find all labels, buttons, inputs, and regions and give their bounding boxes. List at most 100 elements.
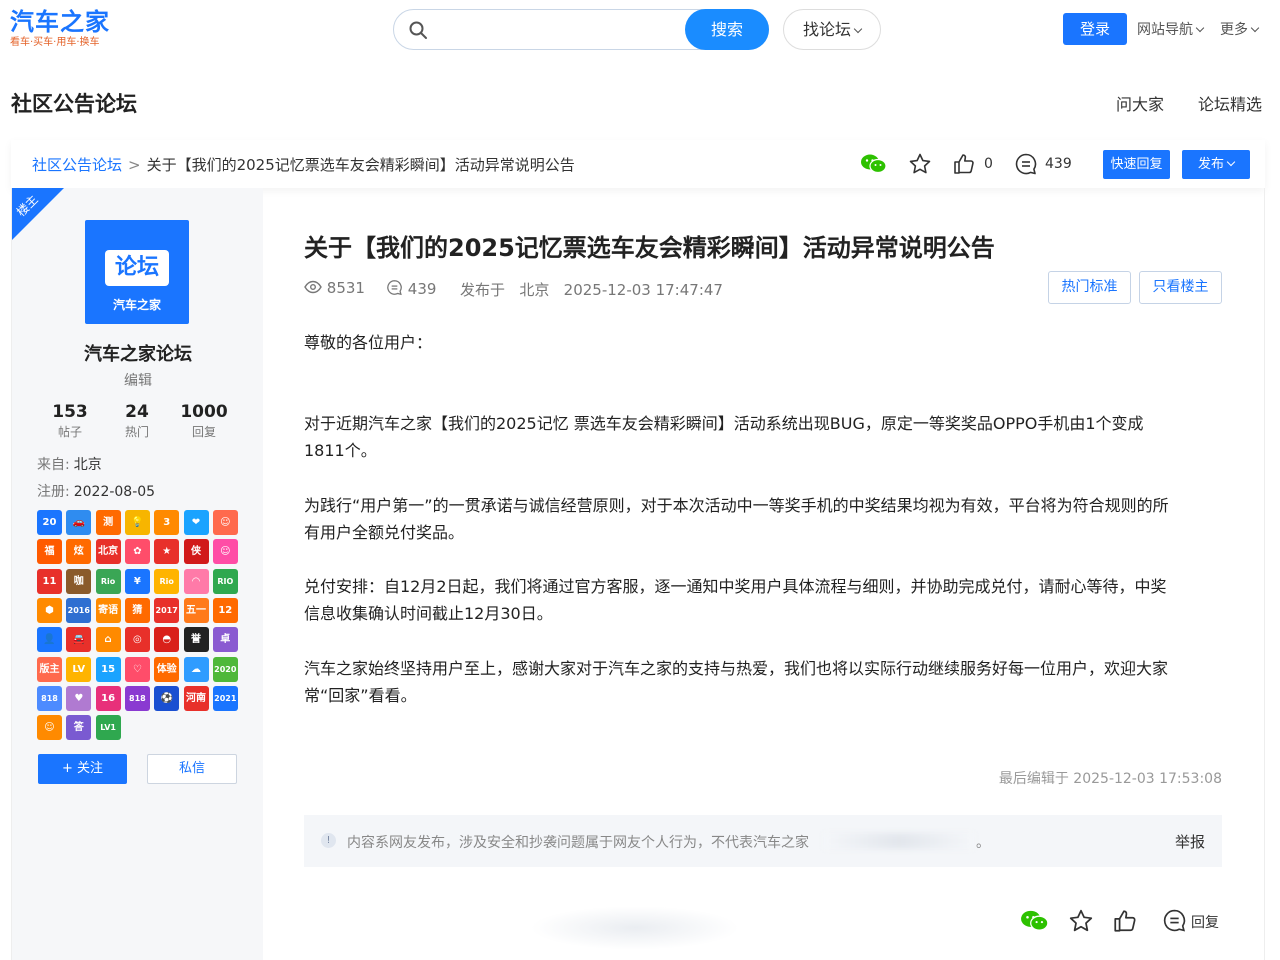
author-name[interactable]: 汽车之家论坛 xyxy=(12,340,264,366)
publish-label: 发布 xyxy=(1197,157,1224,172)
medal-badge[interactable]: ⬢ xyxy=(37,597,62,623)
medal-badge[interactable]: 818 xyxy=(37,685,62,711)
author-sidebar: 楼主 论坛 汽车之家 汽车之家论坛 编辑 153 帖子 24 热门 1000 回复 来… xyxy=(11,188,263,960)
reg-label: 注册: xyxy=(37,484,70,500)
favorite-button[interactable] xyxy=(1068,908,1094,938)
search-box[interactable]: 搜索 xyxy=(393,9,769,50)
publish-info: 发布于 北京 2025-12-03 17:47:47 xyxy=(460,279,723,300)
disclaimer-notice: ! 内容系网友发布，涉及安全和抄袭问题属于网友个人行为，不代表汽车之家 。 举报 xyxy=(304,815,1222,867)
medal-badge[interactable]: 河南 xyxy=(183,685,209,711)
reply-label[interactable]: 回复 xyxy=(1191,912,1219,932)
wechat-share-button[interactable] xyxy=(1020,908,1050,938)
stat-hot[interactable]: 24 热门 xyxy=(113,402,161,440)
medal-badge[interactable]: 2017 xyxy=(154,597,180,623)
medal-badge[interactable]: ☺ xyxy=(37,715,62,741)
medal-badge[interactable]: 答 xyxy=(66,715,92,741)
quick-reply-button[interactable]: 快速回复 xyxy=(1103,150,1170,179)
medal-badge[interactable]: ◓ xyxy=(154,627,180,653)
medal-badge[interactable]: 💡 xyxy=(124,510,150,535)
hot-standard-button[interactable]: 热门标准 xyxy=(1048,271,1131,304)
medal-badge[interactable]: 2016 xyxy=(66,597,92,623)
avatar[interactable]: 论坛 汽车之家 xyxy=(85,220,189,324)
medal-badge[interactable]: 测 xyxy=(95,510,121,535)
medal-badge[interactable]: 炫 xyxy=(66,539,92,565)
follow-button[interactable]: + 关注 xyxy=(38,754,127,784)
medal-badge[interactable]: 五一 xyxy=(183,597,209,623)
medal-badge[interactable]: 体验 xyxy=(154,656,180,682)
find-forum-button[interactable]: 找论坛 xyxy=(783,9,881,50)
medal-badge[interactable]: ◠ xyxy=(183,568,209,594)
publish-button[interactable]: 发布 xyxy=(1182,150,1250,179)
from-value: 北京 xyxy=(73,457,102,473)
medal-badge[interactable]: 15 xyxy=(95,656,121,682)
favorite-button[interactable] xyxy=(908,152,934,176)
medal-badge[interactable]: 誉 xyxy=(183,627,209,653)
post-paragraph: 兑付安排：自12月2日起，我们将通过官方客服，逐一通知中奖用户具体流程与细则，并… xyxy=(304,577,1167,623)
forum-featured-link[interactable]: 论坛精选 xyxy=(1198,91,1262,115)
medal-badge[interactable]: LV xyxy=(66,656,92,682)
site-nav-menu[interactable]: 网站导航 xyxy=(1137,19,1205,39)
medal-badge[interactable]: Rio xyxy=(154,568,180,594)
medal-badge[interactable]: RIO xyxy=(212,568,238,594)
login-button[interactable]: 登录 xyxy=(1063,13,1127,45)
private-message-button[interactable]: 私信 xyxy=(147,754,237,784)
only-owner-button[interactable]: 只看楼主 xyxy=(1139,271,1222,304)
medal-badge[interactable]: 寄语 xyxy=(95,597,121,623)
medal-badge[interactable]: 12 xyxy=(212,597,238,623)
stat-label: 回复 xyxy=(191,425,216,439)
medal-badge[interactable]: 818 xyxy=(124,685,150,711)
report-link[interactable]: 举报 xyxy=(1175,831,1205,852)
medal-badge[interactable]: ❤ xyxy=(183,510,209,535)
medal-badge[interactable]: ⌂ xyxy=(95,627,121,653)
forum-title[interactable]: 社区公告论坛 xyxy=(11,88,137,118)
medal-badge[interactable]: ☺ xyxy=(212,539,238,565)
search-button[interactable]: 搜索 xyxy=(685,9,769,50)
medal-badge[interactable]: 3 xyxy=(154,510,180,535)
more-menu[interactable]: 更多 xyxy=(1220,19,1260,39)
medal-badge[interactable]: 卓 xyxy=(212,627,238,653)
medal-badge[interactable]: ★ xyxy=(154,539,180,565)
like-button[interactable]: 0 xyxy=(952,152,994,176)
medal-badge[interactable]: ☁ xyxy=(183,656,209,682)
medal-badge[interactable]: 20 xyxy=(37,510,62,535)
avatar-brand: 汽车之家 xyxy=(112,298,161,312)
medal-badge[interactable]: 版主 xyxy=(37,656,62,682)
medal-badge[interactable]: ⚽ xyxy=(154,685,180,711)
medal-badge[interactable]: ◎ xyxy=(124,627,150,653)
medal-badge[interactable]: 猜 xyxy=(124,597,150,623)
from-label: 来自: xyxy=(37,457,70,473)
reply-button[interactable] xyxy=(1162,908,1187,937)
breadcrumb-root-link[interactable]: 社区公告论坛 xyxy=(32,156,122,174)
medal-badge[interactable]: 北京 xyxy=(95,539,121,565)
medal-badge[interactable]: 🚘 xyxy=(66,627,92,653)
medal-badge[interactable]: ✿ xyxy=(124,539,150,565)
logo-text: 汽车之家 xyxy=(10,8,110,36)
medal-badge[interactable]: 11 xyxy=(37,568,62,594)
medal-badge[interactable]: 侠 xyxy=(183,539,209,565)
medal-badge[interactable]: LV1 xyxy=(95,715,121,741)
stat-replies[interactable]: 1000 回复 xyxy=(176,402,232,440)
thumbs-up-icon xyxy=(954,154,974,174)
medal-badge[interactable]: 16 xyxy=(95,685,121,711)
medal-badge[interactable]: Rio xyxy=(95,568,121,594)
medal-badge[interactable]: ♡ xyxy=(124,656,150,682)
comment-button[interactable]: 439 xyxy=(1014,152,1076,176)
wechat-share-button[interactable] xyxy=(860,152,888,176)
like-button[interactable] xyxy=(1112,908,1138,938)
medal-badge[interactable]: 2021 xyxy=(212,685,238,711)
stat-posts[interactable]: 153 帖子 xyxy=(46,402,94,440)
medal-badge[interactable]: 咖 xyxy=(66,568,92,594)
medal-badge[interactable]: ¥ xyxy=(124,568,150,594)
medal-badge[interactable]: ☺ xyxy=(212,510,238,535)
medal-badge[interactable]: 福 xyxy=(37,539,62,565)
medal-badge[interactable]: ♥ xyxy=(66,685,92,711)
medal-badge[interactable]: 2020 xyxy=(212,656,238,682)
site-logo[interactable]: 汽车之家 看车·买车·用车·换车 xyxy=(10,8,110,49)
breadcrumb: 社区公告论坛 > 关于【我们的2025记忆票选车友会精彩瞬间】活动异常说明公告 xyxy=(32,154,575,175)
post-main: 关于【我们的2025记忆票选车友会精彩瞬间】活动异常说明公告 8531 439 … xyxy=(263,188,1265,960)
medal-badge[interactable]: 👤 xyxy=(37,627,62,653)
post-paragraph: 对于近期汽车之家【我们的2025记忆 票选车友会精彩瞬间】活动系统出现BUG，原… xyxy=(304,414,1144,460)
medal-badge[interactable]: 🚗 xyxy=(66,510,92,535)
watermark xyxy=(530,906,740,950)
ask-everyone-link[interactable]: 问大家 xyxy=(1116,91,1164,115)
